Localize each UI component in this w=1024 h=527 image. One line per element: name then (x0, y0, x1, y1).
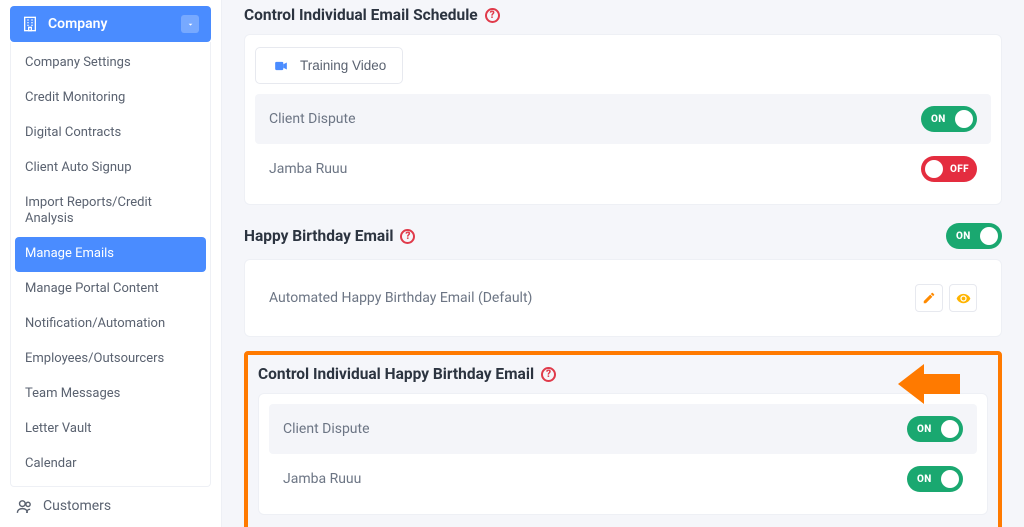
sidebar-customers-label: Customers (43, 498, 111, 514)
sidebar-item-client-auto-signup[interactable]: Client Auto Signup (11, 151, 210, 186)
sidebar-submenu-company: Company Settings Credit Monitoring Digit… (10, 42, 211, 487)
edit-button[interactable] (915, 284, 943, 312)
section-header-birthday: Happy Birthday Email ? ON (244, 223, 1002, 249)
toggle-knob (980, 227, 998, 245)
toggle-knob (941, 470, 959, 488)
sidebar-item-company-settings[interactable]: Company Settings (11, 46, 210, 81)
toggle-state-label: OFF (950, 164, 969, 175)
pencil-icon (922, 291, 936, 305)
card-birthday-control: Client Dispute ON Jamba Ruuu ON (258, 393, 988, 515)
toggle-state-label: ON (956, 231, 971, 242)
toggle-birthday-jamba-ruuu[interactable]: ON (907, 466, 963, 492)
sidebar-item-manage-portal-content[interactable]: Manage Portal Content (11, 272, 210, 307)
sidebar-item-credit-monitoring[interactable]: Credit Monitoring (11, 81, 210, 116)
sidebar-item-digital-contracts[interactable]: Digital Contracts (11, 116, 210, 151)
preview-button[interactable] (949, 284, 977, 312)
toggle-birthday-client-dispute[interactable]: ON (907, 416, 963, 442)
help-icon[interactable]: ? (400, 229, 415, 244)
toggle-schedule-client-dispute[interactable]: ON (921, 106, 977, 132)
toggle-knob (925, 160, 943, 178)
sidebar-item-calendar[interactable]: Calendar (11, 447, 210, 482)
section-title-birthday-control-text: Control Individual Happy Birthday Email (258, 365, 534, 383)
section-title-email-schedule-text: Control Individual Email Schedule (244, 6, 478, 24)
schedule-row-label: Client Dispute (269, 111, 356, 127)
sidebar-item-employees-outsourcers[interactable]: Employees/Outsourcers (11, 342, 210, 377)
section-title-birthday: Happy Birthday Email ? (244, 227, 415, 245)
building-icon (22, 16, 38, 32)
chevron-down-icon (181, 15, 199, 33)
birthday-control-row-label: Client Dispute (283, 421, 370, 437)
birthday-control-row: Jamba Ruuu ON (269, 454, 977, 504)
sidebar-item-team-messages[interactable]: Team Messages (11, 377, 210, 412)
help-icon[interactable]: ? (541, 367, 556, 382)
section-title-birthday-control: Control Individual Happy Birthday Email … (258, 365, 988, 383)
card-email-schedule: Training Video Client Dispute ON Jamba R… (244, 34, 1002, 205)
sidebar-item-notification-automation[interactable]: Notification/Automation (11, 307, 210, 342)
section-title-birthday-text: Happy Birthday Email (244, 227, 393, 245)
toggle-state-label: ON (917, 424, 932, 435)
birthday-control-row: Client Dispute ON (269, 404, 977, 454)
schedule-row: Client Dispute ON (255, 94, 991, 144)
sidebar: Company Company Settings Credit Monitori… (0, 0, 222, 527)
sidebar-item-manage-emails[interactable]: Manage Emails (15, 237, 206, 272)
highlight-birthday-control: Control Individual Happy Birthday Email … (244, 351, 1002, 527)
sidebar-group-company[interactable]: Company (10, 6, 211, 42)
card-birthday: Automated Happy Birthday Email (Default) (244, 259, 1002, 337)
sidebar-group-company-label: Company (48, 16, 107, 32)
toggle-knob (941, 420, 959, 438)
main-content: Control Individual Email Schedule ? Trai… (222, 0, 1024, 527)
toggle-state-label: ON (931, 114, 946, 125)
sidebar-item-letter-vault[interactable]: Letter Vault (11, 412, 210, 447)
users-icon (16, 498, 33, 515)
sidebar-item-customers[interactable]: Customers (10, 487, 211, 526)
birthday-actions (915, 284, 977, 312)
birthday-default-row: Automated Happy Birthday Email (Default) (255, 270, 991, 326)
birthday-control-row-label: Jamba Ruuu (283, 471, 361, 487)
toggle-birthday-main[interactable]: ON (946, 223, 1002, 249)
video-icon (272, 59, 290, 73)
schedule-row-label: Jamba Ruuu (269, 161, 347, 177)
help-icon[interactable]: ? (485, 8, 500, 23)
sidebar-item-import-reports[interactable]: Import Reports/Credit Analysis (11, 186, 210, 238)
training-video-label: Training Video (300, 58, 386, 73)
toggle-schedule-jamba-ruuu[interactable]: OFF (921, 156, 977, 182)
schedule-row: Jamba Ruuu OFF (255, 144, 991, 194)
toggle-knob (955, 110, 973, 128)
section-title-email-schedule: Control Individual Email Schedule ? (244, 6, 1002, 24)
training-video-button[interactable]: Training Video (255, 47, 403, 84)
eye-icon (956, 291, 971, 306)
birthday-default-label: Automated Happy Birthday Email (Default) (269, 290, 532, 306)
toggle-state-label: ON (917, 474, 932, 485)
